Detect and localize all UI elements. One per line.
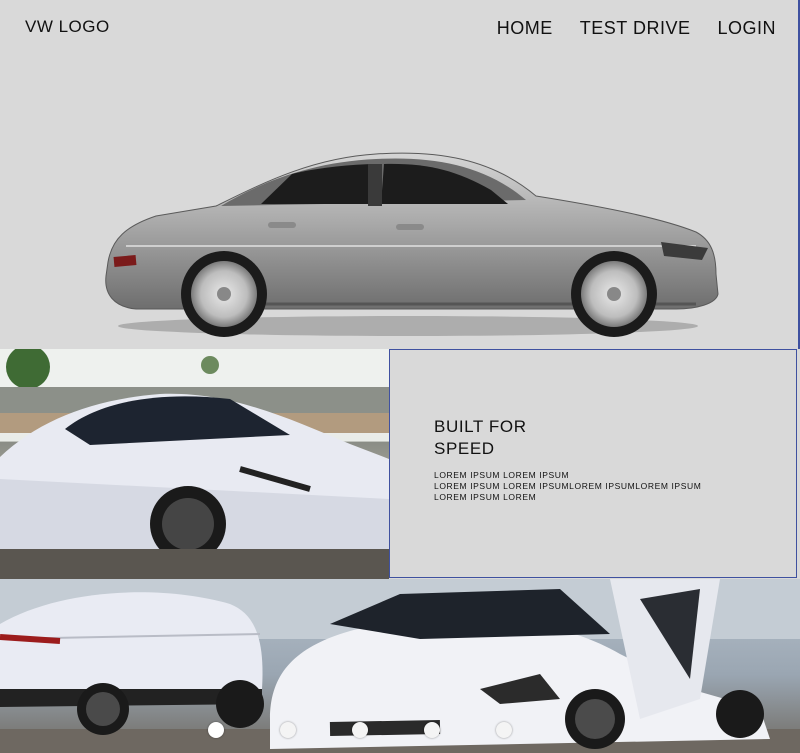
site-logo[interactable]: VW LOGO	[25, 17, 110, 37]
feature-heading: BUILT FOR SPEED	[434, 417, 527, 458]
hero-car-image	[105, 152, 719, 337]
sports-car-image	[0, 349, 389, 579]
feature-description: LOREM IPSUM LOREM IPSUM LOREM IPSUM LORE…	[434, 470, 702, 502]
nav-test-drive-link[interactable]: TEST DRIVE	[580, 18, 691, 39]
carousel-dots	[208, 722, 512, 738]
main-nav: HOME TEST DRIVE LOGIN	[497, 18, 776, 39]
sports-car-photo	[0, 349, 389, 579]
carousel-dot-3[interactable]	[352, 722, 368, 738]
hero-section: VW LOGO HOME TEST DRIVE LOGIN	[0, 0, 800, 349]
carousel-dot-5[interactable]	[496, 722, 512, 738]
feature-panel: BUILT FOR SPEED LOREM IPSUM LOREM IPSUM …	[389, 349, 797, 578]
carousel-dot-2[interactable]	[280, 722, 296, 738]
nav-login-link[interactable]: LOGIN	[717, 18, 776, 39]
carousel-dot-4[interactable]	[424, 722, 440, 738]
carousel-dot-1[interactable]	[208, 722, 224, 738]
nav-home-link[interactable]: HOME	[497, 18, 553, 39]
